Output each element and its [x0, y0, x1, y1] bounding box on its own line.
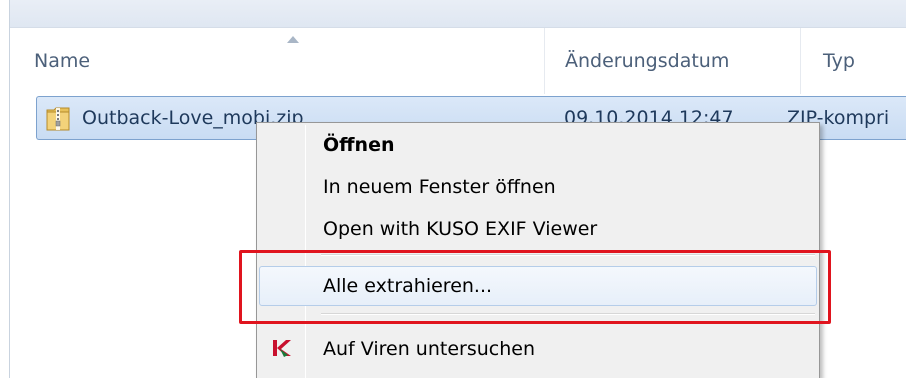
- menu-item-open-with-kuso-label: Open with KUSO EXIF Viewer: [323, 218, 598, 240]
- toolbar-strip: [10, 0, 906, 28]
- column-header-date[interactable]: Änderungsdatum: [545, 28, 801, 94]
- column-header-date-label: Änderungsdatum: [565, 50, 730, 72]
- column-header-type[interactable]: Typ: [801, 28, 906, 94]
- column-header-row: Name Änderungsdatum Typ: [10, 28, 906, 94]
- file-explorer-window: Name Änderungsdatum Typ Outback-Love_mob…: [0, 0, 906, 378]
- menu-item-open-with-kuso[interactable]: Open with KUSO EXIF Viewer: [259, 209, 817, 249]
- menu-item-virus-scan[interactable]: Auf Viren untersuchen: [259, 329, 817, 369]
- column-header-name-label: Name: [34, 50, 91, 72]
- kaspersky-icon: [273, 340, 291, 357]
- zip-folder-icon: [46, 107, 70, 131]
- menu-item-open-new-window[interactable]: In neuem Fenster öffnen: [259, 167, 817, 207]
- menu-item-open-new-window-label: In neuem Fenster öffnen: [323, 176, 556, 198]
- sort-ascending-icon: [287, 36, 299, 43]
- annotation-highlight-box: [239, 250, 831, 324]
- column-header-name[interactable]: Name: [10, 28, 545, 94]
- menu-item-open[interactable]: Öffnen: [259, 125, 817, 165]
- menu-item-open-label: Öffnen: [323, 134, 395, 156]
- column-header-type-label: Typ: [823, 50, 855, 72]
- menu-item-virus-scan-label: Auf Viren untersuchen: [323, 338, 535, 360]
